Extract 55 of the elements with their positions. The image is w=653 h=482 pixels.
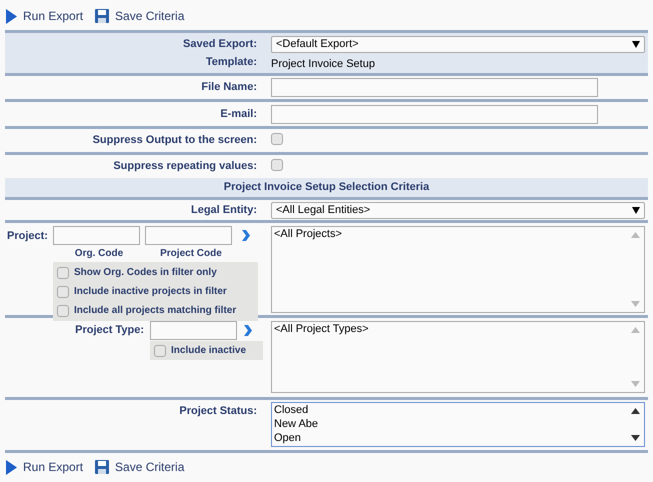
saved-export-dropdown[interactable]: <Default Export>	[271, 36, 645, 53]
list-option[interactable]: Closed	[274, 403, 642, 417]
play-icon	[5, 8, 17, 24]
checkbox[interactable]	[56, 266, 69, 278]
field-label: Template:	[206, 55, 257, 70]
dropdown-arrow-icon	[632, 41, 640, 48]
legal-entity-dropdown[interactable]: <All Legal Entities>	[271, 202, 645, 218]
field-label: E-mail:	[220, 106, 257, 122]
project-code-field[interactable]	[144, 226, 232, 245]
dropdown-arrow-icon	[632, 206, 640, 214]
run-export-button[interactable]: Run Export	[5, 7, 84, 25]
field-caption: Org. Code	[74, 247, 124, 261]
scroll-down-icon	[631, 435, 640, 441]
save-criteria-button[interactable]: Save Criteria	[95, 458, 184, 476]
field-caption: Project Code	[159, 247, 223, 261]
field-label: Saved Export:	[183, 37, 257, 52]
projects-listbox[interactable]: <All Projects>	[271, 226, 645, 313]
option-label: Show Org. Codes in filter only	[74, 266, 217, 280]
list-option[interactable]: Open	[274, 431, 642, 445]
scroll-up-icon	[631, 327, 640, 333]
email-field[interactable]	[271, 104, 598, 124]
field-label: Project Status:	[179, 404, 257, 419]
scroll-up-icon	[631, 232, 640, 238]
field-label: Project Type:	[75, 323, 144, 338]
chevron-right-icon[interactable]	[240, 230, 250, 241]
save-criteria-button[interactable]: Save Criteria	[95, 7, 184, 25]
template-value: Project Invoice Setup	[271, 58, 375, 70]
scroll-down-icon	[631, 301, 640, 307]
play-icon	[5, 460, 17, 474]
option-label: Include all projects matching filter	[74, 304, 236, 318]
list-option[interactable]: New Abe	[274, 417, 642, 431]
file-name-field[interactable]	[271, 78, 598, 97]
checkbox[interactable]	[271, 158, 283, 170]
field-label: File Name:	[201, 80, 257, 96]
chevron-right-icon[interactable]	[243, 325, 252, 336]
field-label: Suppress repeating values:	[113, 159, 257, 174]
scroll-down-icon	[631, 381, 640, 387]
checkbox[interactable]	[154, 344, 166, 356]
run-export-button[interactable]: Run Export	[5, 458, 84, 476]
project-types-listbox[interactable]: <All Project Types>	[271, 321, 645, 393]
field-label: Project:	[7, 229, 48, 244]
list-option[interactable]: <All Projects>	[274, 227, 642, 241]
field-label: Legal Entity:	[190, 202, 257, 218]
checkbox[interactable]	[56, 304, 69, 316]
project-status-listbox[interactable]: Closed New Abe Open	[271, 402, 645, 447]
field-label: Suppress Output to the screen:	[92, 133, 257, 148]
list-option[interactable]: <All Project Types>	[274, 322, 642, 336]
checkbox[interactable]	[271, 132, 283, 144]
section-header: Project Invoice Setup Selection Criteria	[5, 178, 648, 197]
option-label: Include inactive	[171, 344, 246, 358]
scroll-up-icon	[631, 408, 640, 414]
option-label: Include inactive projects in filter	[74, 285, 227, 299]
checkbox[interactable]	[56, 286, 69, 298]
org-code-field[interactable]	[52, 226, 140, 245]
project-type-field[interactable]	[150, 321, 237, 340]
